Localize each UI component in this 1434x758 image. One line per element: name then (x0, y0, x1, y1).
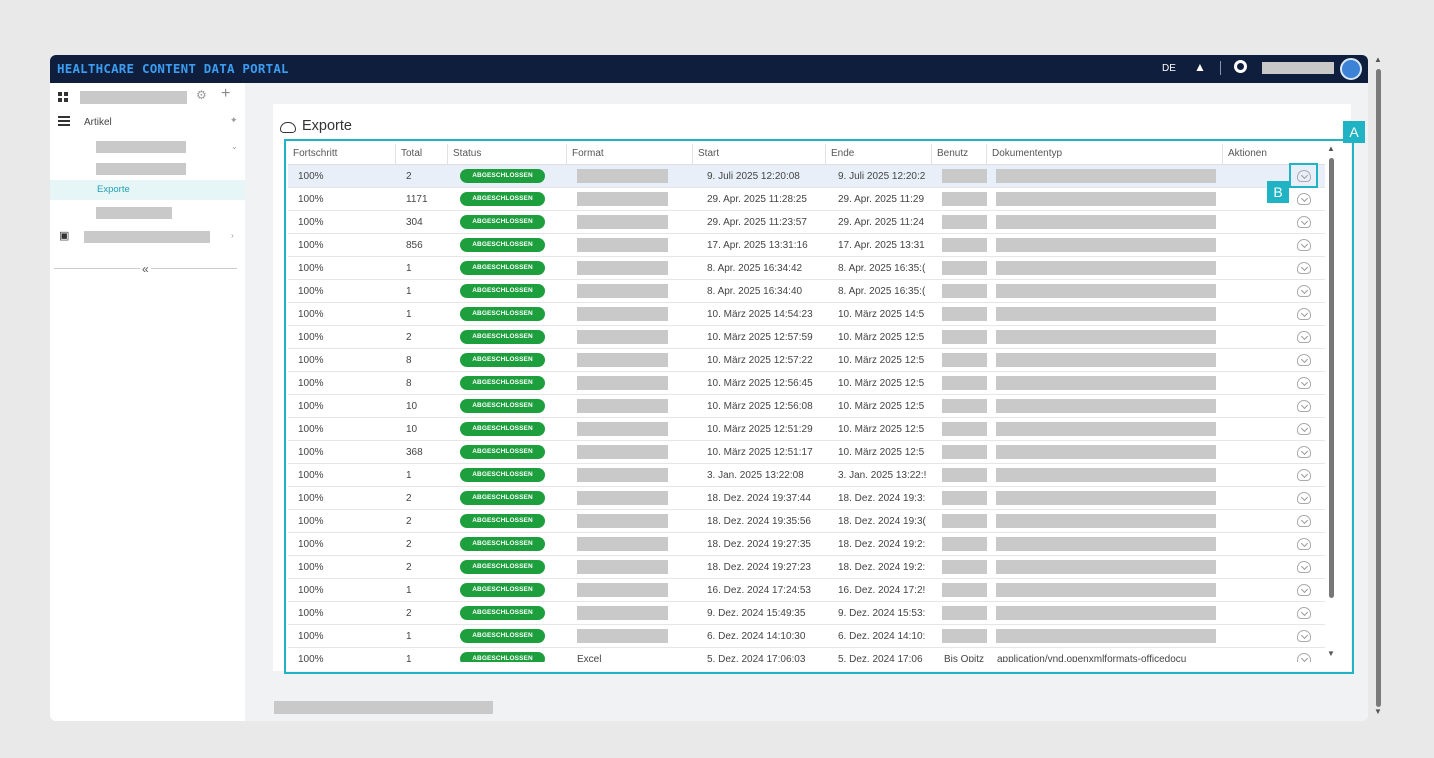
sidebar-subitem-redacted[interactable] (96, 141, 186, 153)
list-icon (58, 116, 70, 126)
bell-icon[interactable]: ▲ (1194, 60, 1206, 74)
pin-icon[interactable]: ✦ (230, 115, 238, 126)
callout-b: B (1267, 181, 1289, 203)
add-icon[interactable]: + (221, 85, 230, 103)
top-bar: HEALTHCARE CONTENT DATA PORTAL DE ▲ (50, 55, 1368, 83)
user-name-redacted[interactable] (1262, 62, 1334, 74)
page-scrollbar[interactable]: ▲ ▼ (1373, 55, 1384, 721)
sidebar-subitem-redacted[interactable] (96, 207, 172, 219)
chevron-right-icon[interactable]: › (231, 231, 234, 240)
page-title-text: Exporte (302, 118, 352, 134)
brand-title[interactable]: HEALTHCARE CONTENT DATA PORTAL (57, 61, 289, 76)
cart-icon: ▣ (59, 230, 70, 242)
cloud-download-icon (280, 122, 296, 133)
page-title: Exporte (280, 118, 352, 134)
sidebar-item-label: Exporte (97, 184, 130, 195)
callout-a: A (1343, 121, 1365, 143)
scroll-down-arrow[interactable]: ▼ (1374, 707, 1382, 716)
language-switch[interactable]: DE (1162, 63, 1176, 74)
sidebar: ⚙ + Artikel ✦ ⌄ Exporte ▣ › « (50, 83, 245, 721)
sidebar-item-redacted[interactable] (84, 231, 210, 243)
sidebar-subitem-redacted[interactable] (96, 163, 186, 175)
topbar-divider (1220, 61, 1221, 75)
globe-icon[interactable] (1234, 60, 1247, 73)
chevron-down-icon[interactable]: ⌄ (231, 142, 238, 151)
sidebar-item-exporte[interactable]: Exporte (50, 180, 245, 200)
workspace-selector-redacted[interactable] (80, 91, 187, 104)
scroll-up-arrow[interactable]: ▲ (1374, 55, 1382, 64)
sidebar-item-artikel[interactable]: Artikel (84, 117, 112, 128)
footer-text-redacted (274, 701, 493, 714)
grid-icon[interactable] (58, 92, 69, 102)
gear-icon[interactable]: ⚙ (196, 88, 207, 102)
avatar[interactable] (1340, 58, 1362, 80)
scrollbar-thumb[interactable] (1376, 69, 1381, 707)
highlight-box-b (1289, 163, 1318, 188)
highlight-box-a (284, 139, 1354, 674)
collapse-sidebar-button[interactable]: « (140, 262, 151, 276)
